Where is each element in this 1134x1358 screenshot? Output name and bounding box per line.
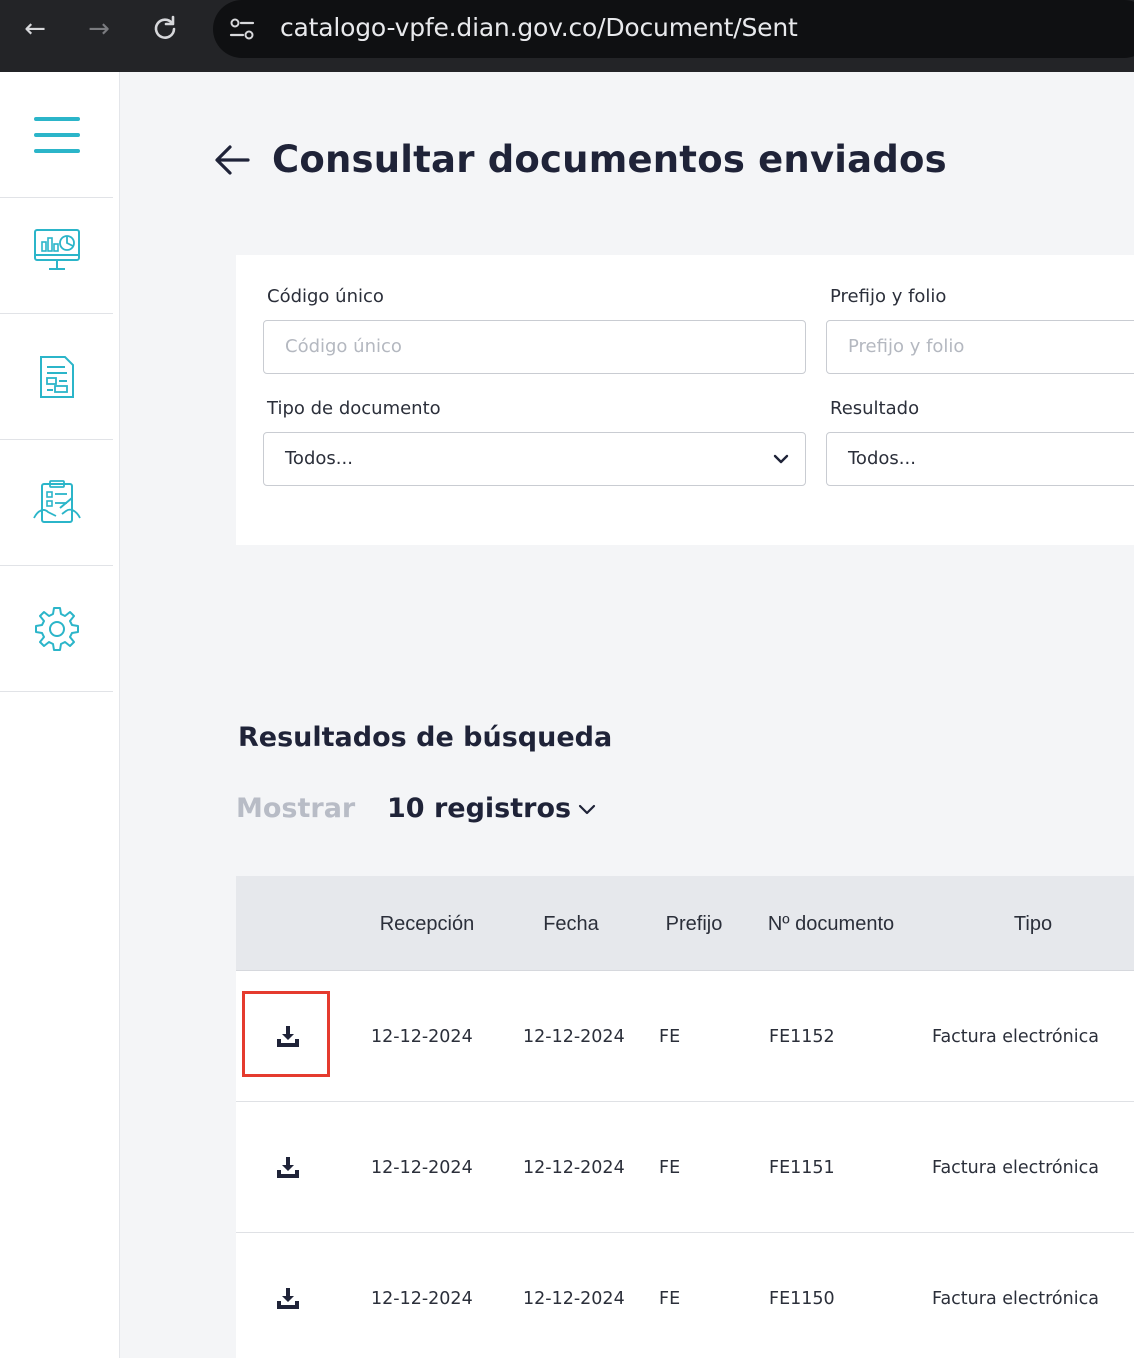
- url-text[interactable]: catalogo-vpfe.dian.gov.co/Document/Sent: [280, 13, 798, 42]
- cell-prefijo: FE: [659, 1026, 681, 1047]
- column-header-tipo[interactable]: Tipo: [926, 876, 1134, 971]
- browser-forward-icon[interactable]: →: [84, 14, 114, 44]
- page-size-select[interactable]: 10 registros: [387, 793, 571, 824]
- cell-fecha: 12-12-2024: [523, 1288, 625, 1309]
- cell-numero: FE1151: [769, 1157, 835, 1178]
- cell-numero: FE1150: [769, 1288, 835, 1309]
- table-row: 12-12-2024 12-12-2024 FE FE1152 Factura …: [236, 971, 1134, 1102]
- tipo-documento-label: Tipo de documento: [267, 398, 441, 419]
- sidebar-item-documents[interactable]: [0, 314, 113, 440]
- column-header-recepcion[interactable]: Recepción: [356, 876, 498, 971]
- resultado-label: Resultado: [830, 398, 920, 419]
- download-icon[interactable]: [276, 1286, 300, 1310]
- clipboard-hand-icon: [32, 479, 81, 523]
- cell-recepcion: 12-12-2024: [371, 1288, 473, 1309]
- column-header-download: [236, 876, 346, 971]
- browser-back-icon[interactable]: ←: [20, 14, 50, 44]
- prefijo-folio-input[interactable]: Prefijo y folio: [826, 320, 1134, 374]
- browser-reload-icon[interactable]: [150, 14, 180, 44]
- table-header: Recepción Fecha Prefijo Nº documento Tip…: [236, 876, 1134, 971]
- codigo-unico-input[interactable]: Código único: [263, 320, 806, 374]
- document-list-icon: [39, 355, 74, 398]
- site-settings-icon[interactable]: [228, 16, 256, 42]
- cell-fecha: 12-12-2024: [523, 1157, 625, 1178]
- show-label: Mostrar: [236, 793, 356, 824]
- chevron-down-icon: [773, 454, 789, 464]
- browser-toolbar: ← → catalogo-vpfe.dian.gov.co/Document/S…: [0, 0, 1134, 72]
- page-size-chevron-down-icon[interactable]: [578, 804, 596, 816]
- tipo-documento-value: Todos...: [285, 448, 353, 469]
- hamburger-menu-icon[interactable]: [33, 115, 81, 155]
- results-table: Recepción Fecha Prefijo Nº documento Tip…: [236, 876, 1134, 1358]
- cell-numero: FE1152: [769, 1026, 835, 1047]
- table-row: 12-12-2024 12-12-2024 FE FE1150 Factura …: [236, 1233, 1134, 1358]
- column-header-fecha[interactable]: Fecha: [508, 876, 634, 971]
- highlight-box: [242, 991, 330, 1077]
- cell-prefijo: FE: [659, 1157, 681, 1178]
- column-header-prefijo[interactable]: Prefijo: [644, 876, 744, 971]
- cell-fecha: 12-12-2024: [523, 1026, 625, 1047]
- page-title: Consultar documentos enviados: [272, 138, 947, 181]
- download-icon[interactable]: [276, 1155, 300, 1179]
- sidebar-item-dashboard[interactable]: [0, 188, 113, 314]
- cell-prefijo: FE: [659, 1288, 681, 1309]
- sidebar-item-settings[interactable]: [0, 566, 113, 692]
- sidebar: [0, 72, 120, 1358]
- results-title: Resultados de búsqueda: [238, 722, 613, 753]
- codigo-unico-label: Código único: [267, 286, 384, 307]
- cell-recepcion: 12-12-2024: [371, 1026, 473, 1047]
- cell-tipo: Factura electrónica: [932, 1288, 1099, 1309]
- tipo-documento-select[interactable]: Todos...: [263, 432, 806, 486]
- cell-recepcion: 12-12-2024: [371, 1157, 473, 1178]
- monitor-chart-icon: [33, 228, 80, 270]
- cell-tipo: Factura electrónica: [932, 1157, 1099, 1178]
- back-arrow-icon[interactable]: [212, 140, 252, 180]
- resultado-select[interactable]: Todos...: [826, 432, 1134, 486]
- sidebar-item-reports[interactable]: [0, 440, 113, 566]
- gear-icon: [34, 606, 79, 651]
- filter-card: Código único Código único Prefijo y foli…: [236, 255, 1134, 545]
- column-header-numero[interactable]: Nº documento: [766, 876, 896, 971]
- prefijo-folio-label: Prefijo y folio: [830, 286, 947, 307]
- cell-tipo: Factura electrónica: [932, 1026, 1099, 1047]
- table-row: 12-12-2024 12-12-2024 FE FE1151 Factura …: [236, 1102, 1134, 1233]
- sidebar-item-menu[interactable]: [0, 72, 113, 198]
